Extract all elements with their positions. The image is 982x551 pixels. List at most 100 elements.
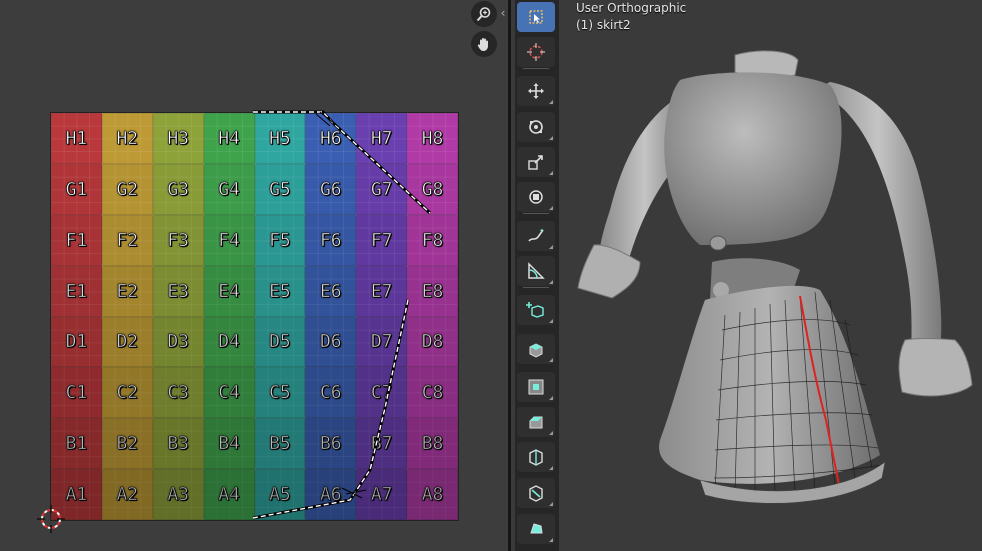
uv-cell-h6: H6 [305, 113, 357, 164]
tool-options-corner [549, 319, 553, 323]
knife-tool-button[interactable] [517, 478, 555, 508]
uv-cell-c1: C1 [51, 367, 102, 419]
collapse-arrow-icon[interactable]: ‹ [498, 6, 508, 20]
scale-tool-button[interactable] [517, 147, 555, 177]
bevel-tool-button[interactable] [517, 407, 555, 437]
uv-cell-b6: B6 [305, 418, 357, 470]
uv-cell-f7: F7 [356, 214, 408, 266]
toolbar-separator [523, 287, 549, 288]
uv-cell-f1: F1 [51, 214, 102, 266]
transform-tool-button[interactable] [517, 182, 555, 212]
loop-cut-tool-button[interactable] [517, 442, 555, 472]
uv-cell-e2: E2 [101, 265, 153, 317]
tool-toolbar [515, 0, 559, 551]
select-box-tool-button[interactable] [517, 2, 555, 32]
uv-cell-c2: C2 [101, 367, 153, 419]
uv-cell-g7: G7 [356, 163, 408, 215]
uv-cell-a4: A4 [203, 469, 255, 520]
pan-view-button[interactable] [471, 31, 497, 57]
uv-cell-e6: E6 [305, 265, 357, 317]
uv-cell-d1: D1 [51, 316, 102, 368]
uv-cell-d7: D7 [356, 316, 408, 368]
uv-cell-h4: H4 [203, 113, 255, 164]
uv-cell-d4: D4 [203, 316, 255, 368]
uv-cell-d5: D5 [254, 316, 306, 368]
extrude-tool-button[interactable] [517, 334, 555, 364]
magnifier-zoom-icon [476, 7, 491, 22]
uv-cell-g1: G1 [51, 163, 102, 215]
tool-options-corner [549, 206, 553, 210]
uv-cell-h3: H3 [152, 113, 204, 164]
uv-cell-c8: C8 [407, 367, 458, 419]
uv-cell-f5: F5 [254, 214, 306, 266]
uv-cell-g8: G8 [407, 163, 458, 215]
uv-cell-b5: B5 [254, 418, 306, 470]
add-cube-icon [526, 302, 544, 318]
uv-cell-f3: F3 [152, 214, 204, 266]
transform-icon [529, 190, 543, 204]
uv-cell-a6: A6 [305, 469, 357, 520]
tool-options-corner [549, 136, 553, 140]
annotate-tool-button[interactable] [517, 221, 555, 251]
select-box-icon [529, 10, 543, 24]
rotate-icon [529, 120, 543, 134]
uv-cell-a2: A2 [101, 469, 153, 520]
uv-cell-d6: D6 [305, 316, 357, 368]
uv-cell-b2: B2 [101, 418, 153, 470]
bevel-icon [529, 416, 543, 429]
uv-cell-b3: B3 [152, 418, 204, 470]
viewport-info-label: User Orthographic (1) skirt2 [576, 0, 686, 34]
uv-cell-c4: C4 [203, 367, 255, 419]
character-model [577, 50, 973, 504]
uv-cell-g5: G5 [254, 163, 306, 215]
knife-icon [529, 485, 543, 502]
3d-viewport[interactable] [511, 0, 982, 551]
uv-cell-c6: C6 [305, 367, 357, 419]
uv-cell-b7: B7 [356, 418, 408, 470]
view-name: User Orthographic [576, 1, 687, 15]
toolbar-separator [523, 213, 549, 214]
move-tool-button[interactable] [517, 76, 555, 106]
uv-cell-b8: B8 [407, 418, 458, 470]
zoom-view-button[interactable] [471, 1, 497, 27]
tool-options-corner [549, 245, 553, 249]
add-cube-tool-button[interactable] [517, 295, 555, 325]
uv-cell-a7: A7 [356, 469, 408, 520]
uv-cell-h2: H2 [101, 113, 153, 164]
cursor-icon [527, 43, 545, 61]
uv-cell-d3: D3 [152, 316, 204, 368]
poly-build-tool-button[interactable] [517, 514, 555, 544]
tool-options-corner [549, 358, 553, 362]
rotate-tool-button[interactable] [517, 112, 555, 142]
2d-cursor-icon[interactable] [36, 504, 66, 534]
uv-cell-g3: G3 [152, 163, 204, 215]
measure-tool-button[interactable] [517, 256, 555, 286]
uv-cell-h7: H7 [356, 113, 408, 164]
tool-options-corner [549, 431, 553, 435]
uv-cell-e4: E4 [203, 265, 255, 317]
uv-cell-f2: F2 [101, 214, 153, 266]
uv-cell-a5: A5 [254, 469, 306, 520]
uv-cell-a8: A8 [407, 469, 458, 520]
inset-tool-button[interactable] [517, 372, 555, 402]
tool-options-corner [549, 502, 553, 506]
annotate-icon [528, 229, 544, 242]
uv-cell-e3: E3 [152, 265, 204, 317]
uv-cell-e1: E1 [51, 265, 102, 317]
cursor-tool-button[interactable] [517, 37, 555, 67]
uv-cell-b1: B1 [51, 418, 102, 470]
hand-pan-icon [477, 38, 488, 51]
tool-options-corner [549, 280, 553, 284]
uv-cell-f8: F8 [407, 214, 458, 266]
tool-options-corner [549, 466, 553, 470]
toolbar-separator [523, 68, 549, 69]
uv-cell-e7: E7 [356, 265, 408, 317]
uv-cell-c5: C5 [254, 367, 306, 419]
uv-cell-e5: E5 [254, 265, 306, 317]
tool-options-corner [549, 538, 553, 542]
tool-options-corner [549, 100, 553, 104]
uv-cell-c3: C3 [152, 367, 204, 419]
uv-editor-viewport[interactable]: H1 H2 H3 H4 H5 H6 H7 H8 G1 G2 G3 G4 G5 G6 G7 G8 F1 F2 F3 F4… [0, 0, 508, 551]
uv-cell-h1: H1 [51, 113, 102, 164]
uv-cell-d2: D2 [101, 316, 153, 368]
